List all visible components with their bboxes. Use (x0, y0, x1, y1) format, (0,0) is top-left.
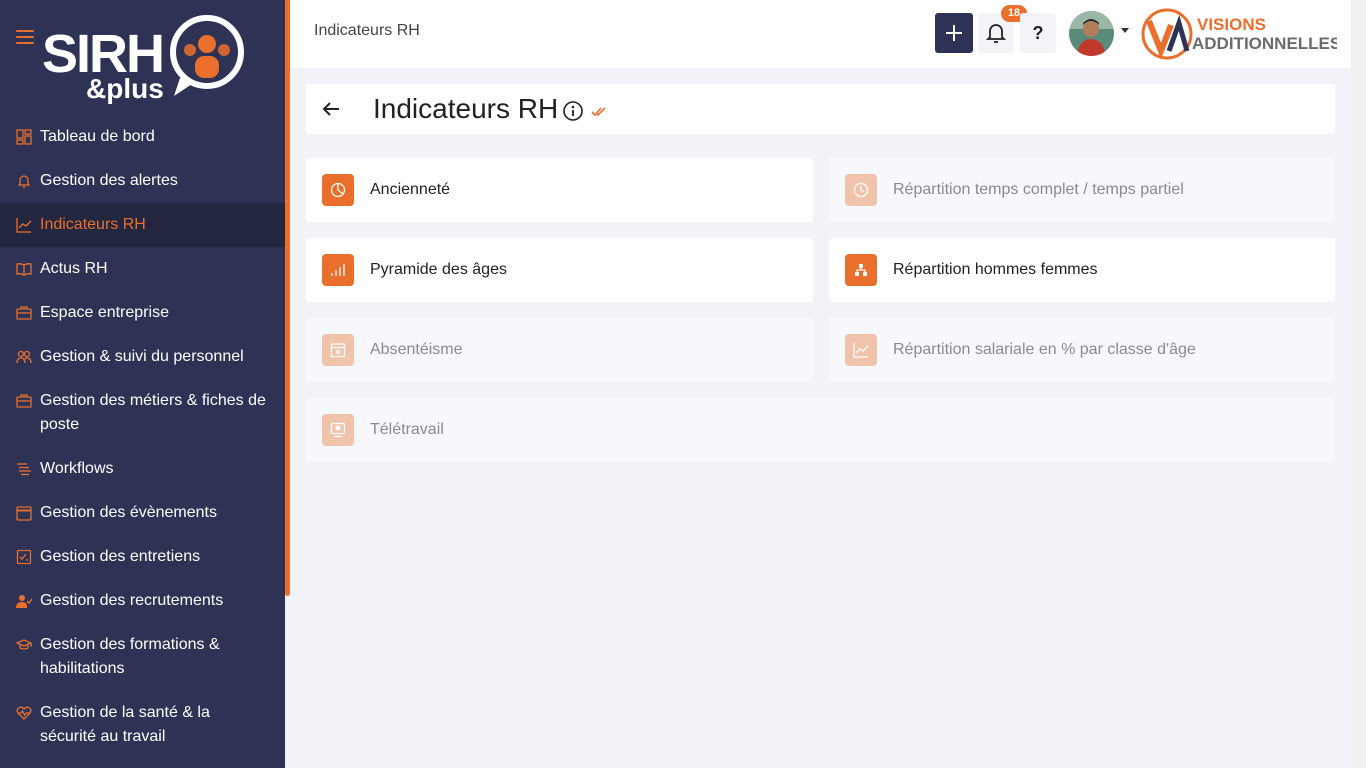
arrow-left-icon (322, 102, 339, 116)
indicator-label: Répartition hommes femmes (893, 261, 1098, 278)
sirh-plus-logo[interactable]: SIRH &plus (42, 6, 252, 104)
sidebar-item-gestion-entretiens[interactable]: Gestion des entretiens (0, 535, 285, 579)
sidebar-item-label: Gestion des entretiens (40, 548, 201, 565)
line-chart-icon (845, 334, 877, 366)
list-icon (16, 461, 32, 477)
bar-chart-icon (322, 254, 354, 286)
indicator-label: Ancienneté (370, 181, 451, 198)
sidebar-item-label: Indicateurs RH (40, 216, 146, 233)
logo-text-sub: &plus (86, 73, 164, 104)
sidebar-item-gestion-formations[interactable]: Gestion des formations & habilitations (0, 623, 285, 691)
briefcase-icon (16, 305, 32, 321)
sidebar-item-label: Gestion des métiers & fiches de poste (40, 392, 266, 433)
info-icon[interactable] (562, 100, 584, 122)
heart-pulse-icon (16, 705, 32, 721)
calendar-icon (16, 505, 32, 521)
sidebar-item-gestion-des-alertes[interactable]: Gestion des alertes (0, 159, 285, 203)
sidebar-item-gestion-sante-securite[interactable]: Gestion de la santé & la sécurité au tra… (0, 691, 285, 759)
menu-toggle-icon[interactable] (16, 30, 34, 46)
add-button[interactable] (935, 13, 973, 53)
sidebar-item-label: Workflows (40, 460, 114, 477)
sidebar-item-gestion-metiers[interactable]: Gestion des métiers & fiches de poste (0, 379, 285, 447)
bell-icon (986, 24, 1006, 43)
indicator-card-absenteisme: Absentéisme (306, 318, 813, 382)
indicator-card-temps-complet-partiel: Répartition temps complet / temps partie… (829, 158, 1335, 222)
calendar-x-icon (322, 334, 354, 366)
sidebar: SIRH &plus Tableau de bord Gestion des a… (0, 0, 285, 768)
sidebar-item-espace-entreprise[interactable]: Espace entreprise (0, 291, 285, 335)
indicator-label: Répartition salariale en % par classe d'… (893, 341, 1196, 358)
sidebar-item-gestion-evenements[interactable]: Gestion des évènements (0, 491, 285, 535)
partner-logo-line2: ADDITIONNELLES (1192, 34, 1337, 53)
sidebar-nav: Tableau de bord Gestion des alertes Indi… (0, 115, 285, 759)
bell-icon (16, 173, 32, 189)
indicator-card-hommes-femmes[interactable]: Répartition hommes femmes (829, 238, 1335, 302)
sidebar-item-gestion-suivi-personnel[interactable]: Gestion & suivi du personnel (0, 335, 285, 379)
pie-chart-icon (322, 174, 354, 206)
book-icon (16, 261, 32, 277)
sidebar-item-label: Actus RH (40, 260, 108, 277)
users-icon (16, 349, 32, 365)
sidebar-item-label: Gestion des formations & habilitations (40, 636, 220, 677)
chevron-down-icon[interactable] (1121, 28, 1129, 33)
sidebar-item-label: Espace entreprise (40, 304, 169, 321)
page-scrollbar[interactable] (1351, 0, 1366, 768)
clock-icon (845, 174, 877, 206)
avatar[interactable] (1069, 11, 1114, 56)
checklist-icon (16, 549, 32, 565)
plus-icon (946, 25, 962, 41)
partner-logo-line1: VISIONS (1197, 15, 1266, 34)
indicator-card-teletravail: Télétravail (306, 398, 1335, 462)
double-check-icon (591, 107, 606, 117)
sidebar-item-actus-rh[interactable]: Actus RH (0, 247, 285, 291)
dashboard-icon (16, 129, 32, 145)
sidebar-item-tableau-de-bord[interactable]: Tableau de bord (0, 115, 285, 159)
sidebar-item-indicateurs-rh[interactable]: Indicateurs RH (0, 203, 285, 247)
indicator-card-anciennete[interactable]: Ancienneté (306, 158, 813, 222)
sidebar-item-label: Gestion & suivi du personnel (40, 348, 244, 365)
briefcase-icon (16, 393, 32, 409)
help-button[interactable]: ? (1020, 13, 1056, 53)
user-check-icon (16, 593, 32, 609)
indicator-label: Pyramide des âges (370, 261, 507, 278)
partner-logo: VISIONS ADDITIONNELLES (1141, 8, 1337, 60)
sidebar-item-label: Gestion des alertes (40, 172, 178, 189)
page-header: Indicateurs RH (306, 84, 1335, 134)
sidebar-item-workflows[interactable]: Workflows (0, 447, 285, 491)
sidebar-item-label: Gestion des recrutements (40, 592, 224, 609)
breadcrumb: Indicateurs RH (314, 22, 420, 39)
sidebar-item-label: Tableau de bord (40, 128, 155, 145)
indicator-label: Télétravail (370, 421, 444, 438)
hierarchy-icon (845, 254, 877, 286)
graduation-cap-icon (16, 637, 32, 653)
indicator-label: Absentéisme (370, 341, 463, 358)
line-chart-icon (16, 217, 32, 233)
brand-area: SIRH &plus (0, 0, 285, 110)
sidebar-scrollbar-thumb[interactable] (285, 0, 290, 596)
topbar: Indicateurs RH 18 ? VISIONS ADDITIONNELL… (290, 0, 1351, 68)
sidebar-item-label: Gestion de la santé & la sécurité au tra… (40, 704, 210, 745)
sidebar-item-gestion-recrutements[interactable]: Gestion des recrutements (0, 579, 285, 623)
indicator-card-pyramide-ages[interactable]: Pyramide des âges (306, 238, 813, 302)
page-title: Indicateurs RH (373, 93, 559, 124)
remote-work-icon (322, 414, 354, 446)
back-button[interactable] (318, 96, 344, 122)
sidebar-item-label: Gestion des évènements (40, 504, 217, 521)
indicator-card-repartition-salariale: Répartition salariale en % par classe d'… (829, 318, 1335, 382)
indicator-label: Répartition temps complet / temps partie… (893, 181, 1184, 198)
